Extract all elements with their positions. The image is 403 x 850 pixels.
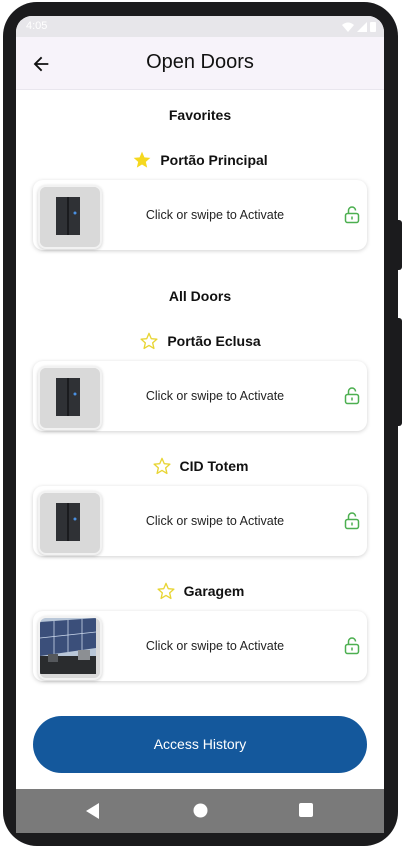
- battery-icon: [370, 22, 376, 32]
- page-title: Open Doors: [146, 51, 254, 73]
- star-outline-icon[interactable]: [156, 581, 176, 601]
- wifi-icon: [342, 22, 354, 32]
- unlock-icon[interactable]: [344, 206, 360, 224]
- star-outline-icon[interactable]: [152, 456, 172, 476]
- star-filled-icon[interactable]: [132, 150, 152, 170]
- solar-panel-photo: [38, 616, 102, 680]
- activate-text: Click or swipe to Activate: [145, 208, 285, 222]
- door-panel-image: [38, 491, 102, 555]
- door-title: Portão Principal: [16, 150, 384, 170]
- unlock-icon[interactable]: [344, 387, 360, 405]
- signal-icon: [357, 21, 367, 32]
- unlock-icon[interactable]: [344, 637, 360, 655]
- door-name-label: Portão Eclusa: [167, 333, 261, 349]
- door-card-3[interactable]: Click or swipe to Activate: [33, 611, 367, 681]
- door-panel-image: [38, 185, 102, 249]
- door-title: CID Totem: [16, 456, 384, 476]
- app-bar: Open Doors: [16, 37, 384, 90]
- favorites-heading: Favorites: [168, 107, 232, 123]
- activate-text: Click or swipe to Activate: [145, 639, 285, 653]
- door-title: Garagem: [16, 581, 384, 601]
- door-card-favorite-1[interactable]: Click or swipe to Activate: [33, 180, 367, 250]
- door-name-label: Garagem: [183, 583, 245, 599]
- star-outline-icon[interactable]: [139, 331, 159, 351]
- all-doors-heading: All Doors: [168, 288, 232, 304]
- status-icons: [342, 21, 376, 32]
- status-bar: 4:05: [16, 16, 384, 37]
- power-button: [397, 220, 402, 270]
- door-card-1[interactable]: Click or swipe to Activate: [33, 361, 367, 431]
- screen: 4:05 Open Doors Favorites Portão Princip…: [16, 16, 384, 833]
- activate-text: Click or swipe to Activate: [145, 514, 285, 528]
- door-card-2[interactable]: Click or swipe to Activate: [33, 486, 367, 556]
- door-name-label: Portão Principal: [160, 152, 268, 168]
- nav-home-icon[interactable]: [193, 803, 208, 818]
- nav-recent-icon[interactable]: [299, 803, 313, 817]
- door-name-label: CID Totem: [179, 458, 249, 474]
- door-panel-image: [38, 366, 102, 430]
- system-nav-bar: [16, 789, 384, 833]
- status-time: 4:05: [26, 20, 48, 32]
- nav-back-icon[interactable]: [86, 803, 100, 819]
- activate-text: Click or swipe to Activate: [145, 389, 285, 403]
- access-history-button[interactable]: Access History: [33, 716, 367, 773]
- door-title: Portão Eclusa: [16, 331, 384, 351]
- unlock-icon[interactable]: [344, 512, 360, 530]
- volume-button: [397, 318, 402, 426]
